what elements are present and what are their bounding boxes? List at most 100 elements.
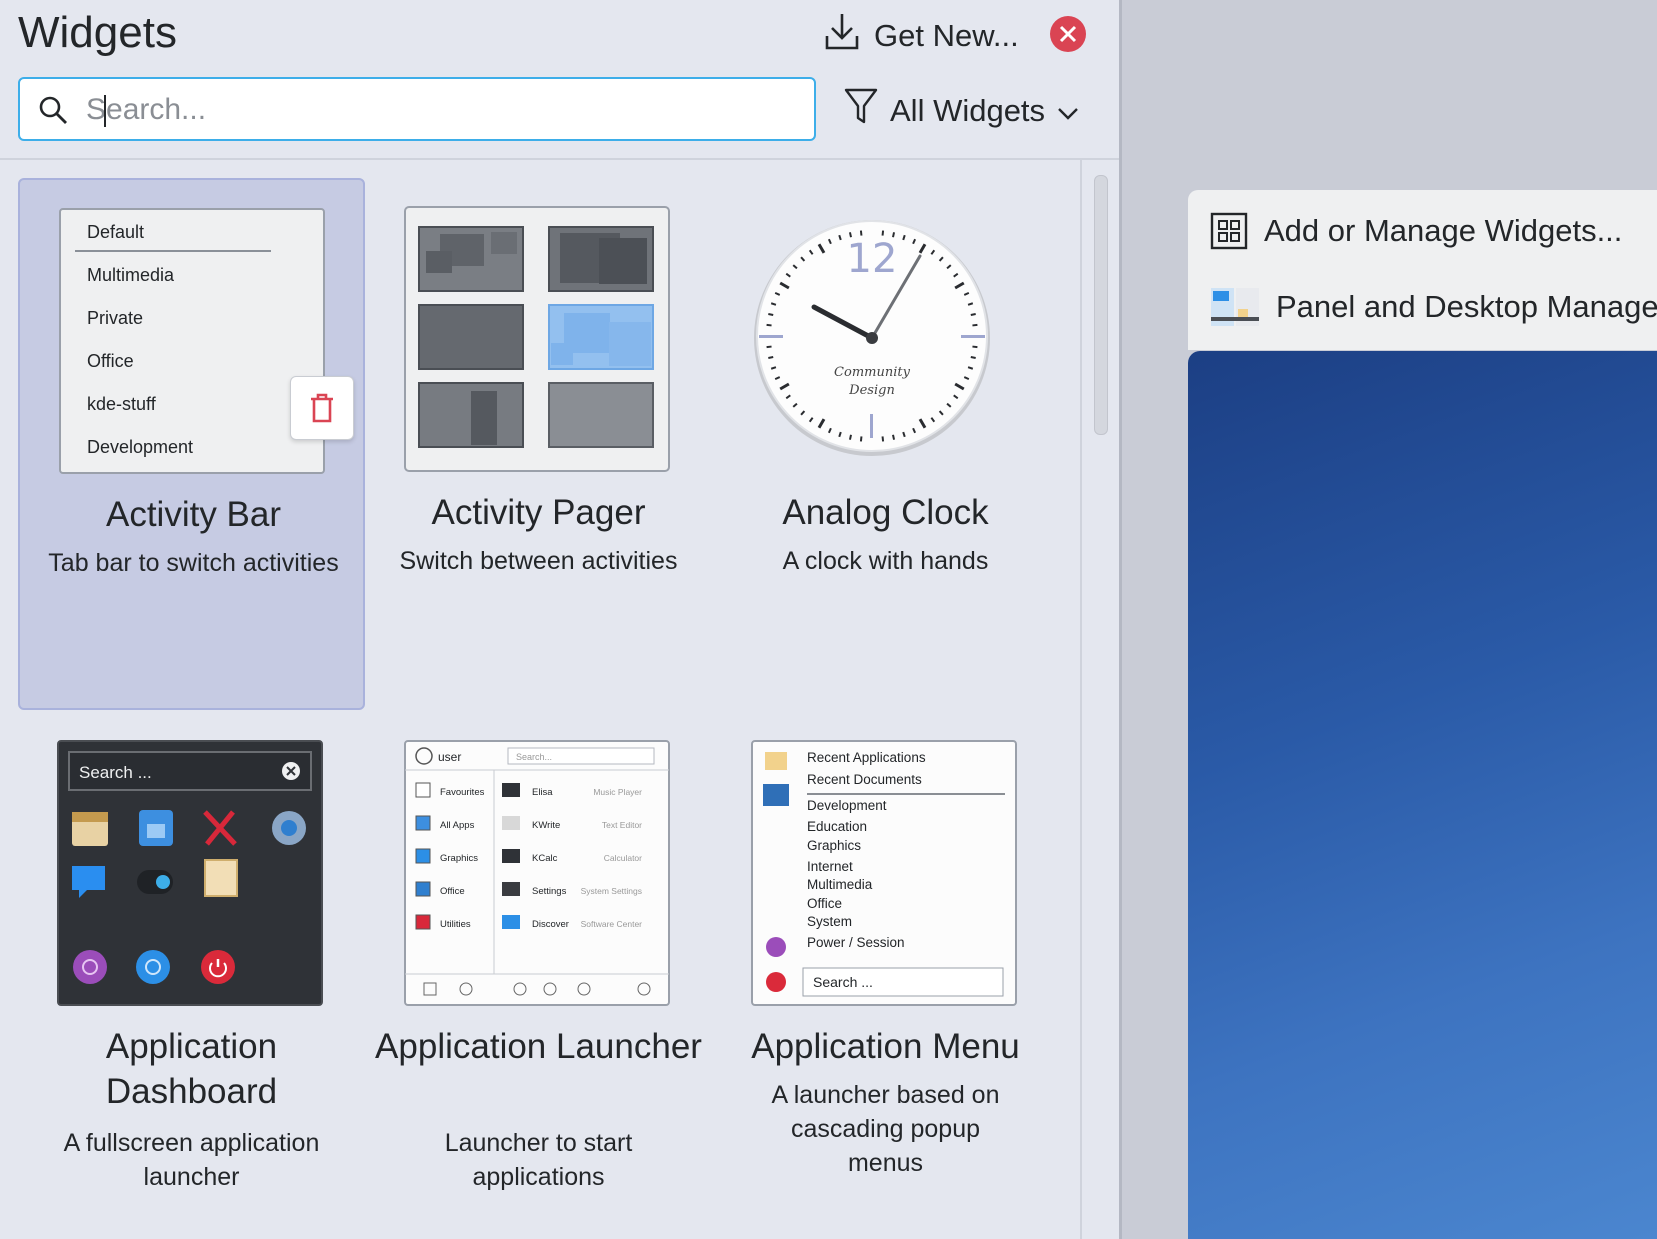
launcher-app-desc: System Settings — [581, 886, 642, 896]
desktop-context-menu: Add or Manage Widgets... Panel and Deskt… — [1188, 190, 1657, 350]
menu-category: Graphics — [807, 838, 861, 853]
filter-dropdown[interactable]: All Widgets — [844, 86, 1079, 136]
clock-tick — [766, 323, 772, 327]
launcher-category: Office — [440, 886, 465, 897]
get-new-button[interactable]: Get New... — [824, 14, 1019, 58]
widget-description: A launcher based on cascading popup menu… — [771, 1081, 1000, 1177]
menu-category: Multimedia — [807, 877, 873, 892]
menu-category: Education — [807, 819, 867, 834]
activity-pager-preview — [404, 206, 670, 472]
widget-tile-activity-bar[interactable]: Default Multimedia Private Office kde-st… — [18, 178, 365, 710]
clock-tick — [881, 230, 885, 236]
clock-tick — [859, 436, 863, 442]
menu-item-label: Add or Manage Widgets... — [1264, 213, 1623, 248]
scrollbar-handle[interactable] — [1094, 175, 1108, 435]
download-icon — [824, 12, 860, 60]
widget-tile-application-dashboard[interactable]: Search ... Application Dashboard A fulls… — [18, 712, 365, 1239]
preview-text: Multimedia — [87, 265, 175, 285]
launcher-icon — [415, 782, 431, 798]
widgets-grid-icon — [1210, 212, 1248, 250]
launcher-app-desc: Text Editor — [602, 820, 642, 830]
launcher-category: Utilities — [440, 919, 471, 930]
widget-tile-activity-pager[interactable]: Activity Pager Switch between activities — [365, 178, 712, 710]
search-input[interactable] — [84, 87, 788, 133]
clock-tick — [881, 436, 885, 442]
preview-text: kde-stuff — [87, 394, 156, 414]
widget-name: Activity Bar — [105, 495, 282, 534]
close-button[interactable] — [1050, 16, 1086, 52]
get-new-label: Get New... — [874, 18, 1019, 53]
clock-numeral: 12 — [847, 236, 898, 282]
launcher-app-desc: Music Player — [593, 787, 642, 797]
trash-icon — [311, 393, 333, 423]
launcher-category: Favourites — [440, 787, 485, 798]
widget-tile-application-menu[interactable]: Recent Applications Recent Documents Devel… — [712, 712, 1059, 1239]
widget-name: Activity Pager — [431, 493, 646, 532]
activity-bar-preview: Default Multimedia Private Office kde-st… — [59, 208, 325, 474]
launcher-icon — [415, 881, 431, 897]
preview-text: Default — [87, 222, 145, 242]
launcher-icon — [415, 815, 431, 831]
launcher-app-name: Elisa — [532, 787, 553, 798]
widget-name-line: Application Launcher — [375, 1027, 702, 1066]
menu-item-add-widgets[interactable]: Add or Manage Widgets... — [1210, 206, 1622, 256]
panel-desktop-icon — [1211, 288, 1259, 326]
menu-category: Internet — [807, 859, 853, 874]
menu-category: Development — [807, 798, 887, 813]
clock-tick — [972, 323, 978, 327]
widgets-panel: Widgets Get New... All Widgets Default — [0, 0, 1119, 1239]
clock-tick — [768, 312, 774, 316]
widget-tile-analog-clock[interactable]: 12 Community Design Analog Clock A clock… — [712, 178, 1059, 710]
launcher-category: All Apps — [440, 820, 475, 831]
widget-description: A clock with hands — [782, 547, 989, 575]
launcher-app-desc: Software Center — [581, 919, 643, 929]
launcher-app-name: KWrite — [532, 820, 560, 831]
widget-name-line: Application Dashboard — [105, 1027, 278, 1111]
clock-tick — [970, 312, 976, 316]
dashboard-search-text: Search ... — [79, 763, 152, 782]
search-box[interactable] — [18, 77, 816, 141]
preview-text: Development — [87, 437, 194, 457]
close-icon — [1059, 25, 1077, 43]
desktop-wallpaper[interactable] — [1188, 351, 1657, 1239]
widget-name: Application Menu — [751, 1027, 1020, 1066]
panel-title: Widgets — [18, 8, 177, 57]
launcher-category: Graphics — [440, 853, 478, 864]
analog-clock-preview: 12 Community Design — [750, 216, 994, 460]
menu-entry: Recent Documents — [807, 772, 922, 787]
menu-category: Power / Session — [807, 935, 905, 950]
uninstall-button[interactable] — [290, 376, 354, 440]
clock-tick — [768, 356, 774, 360]
clock-tick — [892, 434, 896, 440]
application-dashboard-preview: Search ... — [57, 740, 323, 1006]
preview-text: Office — [87, 351, 134, 371]
launcher-app-desc: Calculator — [604, 853, 642, 863]
launcher-icon — [415, 914, 431, 930]
header-divider — [0, 158, 1119, 160]
scroll-separator — [1080, 160, 1082, 1239]
menu-item-panel-desktop[interactable]: Panel and Desktop Managem — [1210, 282, 1657, 332]
preview-underline — [75, 250, 271, 252]
menu-search: Search ... — [813, 974, 873, 990]
launcher-user: user — [438, 750, 461, 764]
launcher-app-icon — [502, 882, 520, 896]
application-menu-preview: Recent Applications Recent Documents Devel… — [751, 740, 1017, 1006]
text-caret — [104, 95, 106, 127]
application-launcher-preview: user Search... Favourites All Apps Graphic… — [404, 740, 670, 1006]
clock-brand-2: Design — [848, 383, 895, 398]
chevron-down-icon — [1057, 93, 1079, 129]
preview-text: Private — [87, 308, 144, 328]
clock-tick — [970, 356, 976, 360]
widget-name: Analog Clock — [782, 493, 989, 532]
menu-category: Office — [807, 896, 842, 911]
launcher-app-icon — [502, 816, 520, 830]
launcher-search: Search... — [516, 752, 552, 762]
panel-edge — [1119, 0, 1122, 1239]
menu-category: System — [807, 914, 852, 929]
filter-icon — [844, 88, 878, 134]
clock-tick — [766, 345, 772, 349]
menu-entry: Recent Applications — [807, 750, 926, 765]
widget-tile-application-launcher[interactable]: user Search... Favourites All Apps Graphic… — [365, 712, 712, 1239]
clock-tick — [972, 345, 978, 349]
menu-item-label: Panel and Desktop Managem — [1276, 289, 1657, 324]
